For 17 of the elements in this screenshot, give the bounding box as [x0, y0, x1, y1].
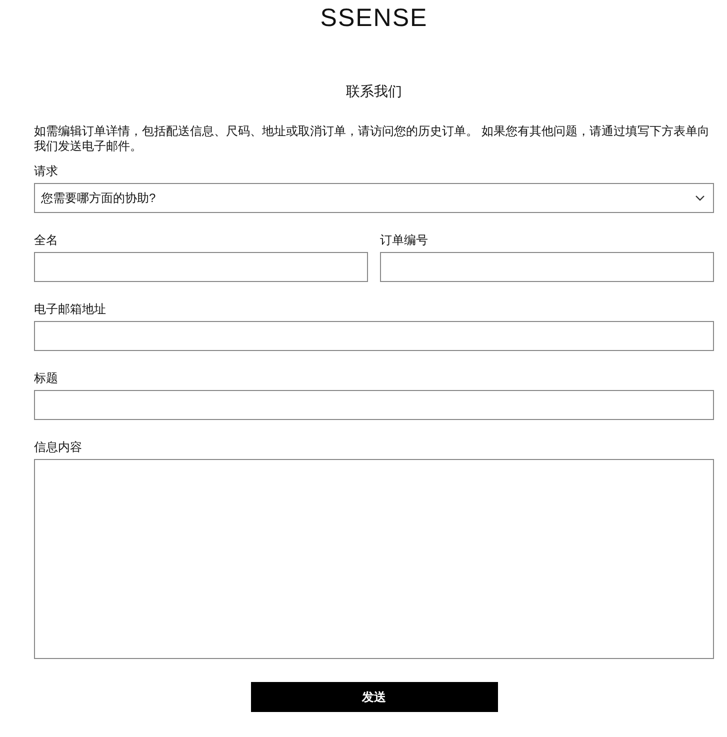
input-field[interactable]: [380, 252, 714, 282]
page-title: 联系我们: [346, 83, 402, 99]
input-field[interactable]: [34, 321, 714, 351]
input-field[interactable]: [34, 390, 714, 420]
field-label: 全名: [34, 233, 59, 247]
input-field[interactable]: [34, 252, 368, 282]
logo[interactable]: SSENSE: [320, 4, 428, 32]
chevron-down-icon: [695, 195, 705, 201]
field-label: 电子邮箱地址: [34, 302, 107, 316]
message-field[interactable]: [34, 459, 714, 659]
field-label: 标题: [34, 371, 59, 385]
field-label: 订单编号: [380, 233, 429, 247]
request-select[interactable]: 您需要哪方面的协助?: [34, 183, 714, 213]
intro-text: 如需编辑订单详情，包括配送信息、尺码、地址或取消订单，请访问您的历史订单。 如果您有其他问题，请通过填写下方表单向我们发送电子邮件。: [34, 124, 710, 154]
field-label: 请求: [34, 164, 59, 178]
field-label: 信息内容: [34, 440, 83, 454]
send-button[interactable]: 发送: [250, 682, 498, 712]
